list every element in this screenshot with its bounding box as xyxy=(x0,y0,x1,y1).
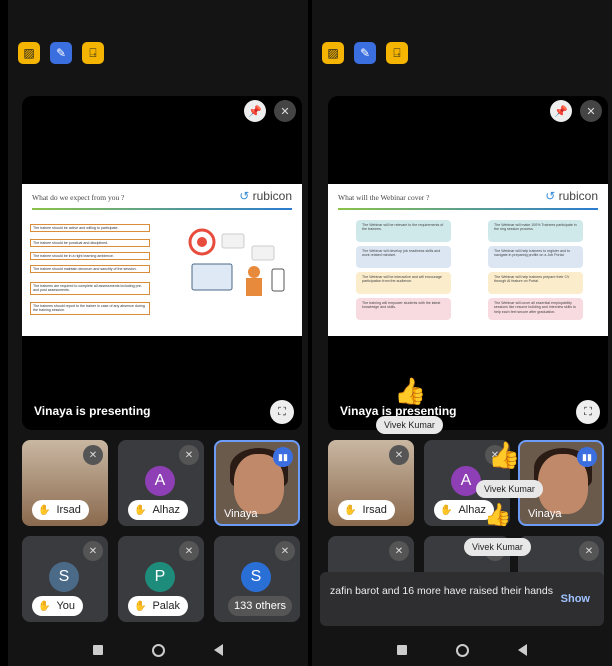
raised-hand-icon: ✋ xyxy=(134,504,147,516)
mic-off-icon: ✕ xyxy=(83,541,103,561)
webinar-point: The training will empower students with … xyxy=(356,298,451,320)
show-button[interactable]: Show xyxy=(561,592,590,606)
pin-icon[interactable]: 📌 xyxy=(550,100,572,122)
participant-name-chip: ✋ Alhaz xyxy=(128,500,188,520)
fullscreen-icon[interactable]: ⛶ xyxy=(576,400,600,424)
presentation-stage: 📌 ✕ What will the Webinar cover ? ↺ rubi… xyxy=(328,96,608,430)
edit-icon[interactable]: ✎ xyxy=(50,42,72,64)
expectation-item: The trainees should report to the traine… xyxy=(30,302,150,315)
reaction-name-tag: Vivek Kumar xyxy=(464,538,531,556)
top-toolbar: ▨ ✎ ⍈ xyxy=(18,42,104,64)
webinar-point: The Webinar will be relevant to the requ… xyxy=(356,220,451,242)
top-toolbar: ▨ ✎ ⍈ xyxy=(322,42,408,64)
exit-icon[interactable]: ⍈ xyxy=(82,42,104,64)
participant-name-chip: ✋ Palak xyxy=(128,596,188,616)
expectation-item: The trainee should maintain decorum and … xyxy=(30,265,150,274)
participant-tile-speaking[interactable]: ▮▮ Vinaya xyxy=(214,440,300,526)
thumbs-up-reaction-icon: 👍 xyxy=(394,376,427,406)
mic-off-icon: ✕ xyxy=(275,541,295,561)
recents-icon[interactable] xyxy=(92,645,103,655)
participant-tile[interactable]: ✕ ✋ Irsad xyxy=(328,440,414,526)
system-navbar xyxy=(8,634,308,666)
shared-slide: What will the Webinar cover ? ↺ rubicon … xyxy=(328,184,608,336)
mic-off-icon: ✕ xyxy=(83,445,103,465)
exit-icon[interactable]: ⍈ xyxy=(386,42,408,64)
pin-icon[interactable]: 📌 xyxy=(244,100,266,122)
raised-hands-toast: zafin barot and 16 more have raised thei… xyxy=(320,572,604,626)
toast-message: zafin barot and 16 more have raised thei… xyxy=(330,585,553,597)
illustration xyxy=(188,228,285,296)
presenting-label: Vinaya is presenting xyxy=(34,404,151,418)
mic-off-icon[interactable]: ✕ xyxy=(274,100,296,122)
recents-icon[interactable] xyxy=(396,645,407,655)
webinar-point: The Webinar will help trainees to regist… xyxy=(488,246,583,268)
participant-name-chip: ✋ Irsad xyxy=(338,500,395,520)
slide-divider xyxy=(32,208,292,210)
mic-off-icon: ✕ xyxy=(179,445,199,465)
webinar-point: The Webinar will develop job readiness s… xyxy=(356,246,451,268)
back-icon[interactable] xyxy=(518,644,528,656)
reaction-name-tag: Vivek Kumar xyxy=(476,480,543,498)
others-count-chip: 133 others xyxy=(228,596,292,616)
webinar-point: The Webinar will make 100% Trainees part… xyxy=(488,220,583,242)
left-screen: ▨ ✎ ⍈ 📌 ✕ What do we expect from you ? ↺… xyxy=(8,0,308,666)
expectation-item: The trainee should be in a right learnin… xyxy=(30,252,150,261)
mic-off-icon[interactable]: ✕ xyxy=(580,100,602,122)
edit-icon[interactable]: ✎ xyxy=(354,42,376,64)
slide-title: What will the Webinar cover ? xyxy=(338,193,430,202)
raised-hand-icon: ✋ xyxy=(38,600,51,612)
home-icon[interactable] xyxy=(151,643,165,657)
slide-title: What do we expect from you ? xyxy=(32,193,125,202)
raised-hand-icon: ✋ xyxy=(440,504,453,516)
home-icon[interactable] xyxy=(455,643,469,657)
participant-name: Vinaya xyxy=(528,508,562,520)
participant-name-chip: ✋ Irsad xyxy=(32,500,89,520)
webinar-point: The Webinar will help trainees prepare t… xyxy=(488,272,583,294)
mic-off-icon: ✕ xyxy=(179,541,199,561)
expectation-item: The trainees are required to complete al… xyxy=(30,282,150,295)
speaking-indicator-icon: ▮▮ xyxy=(577,447,597,467)
webinar-point: The Webinar will be interactive and will… xyxy=(356,272,451,294)
raised-hand-icon: ✋ xyxy=(38,504,51,516)
participant-name-chip: ✋ You xyxy=(32,596,84,616)
participant-tile[interactable]: ✕ ✋ Irsad xyxy=(22,440,108,526)
right-screen: ▨ ✎ ⍈ 📌 ✕ What will the Webinar cover ? … xyxy=(312,0,612,666)
expectation-item: The trainee should be punctual and disci… xyxy=(30,239,150,248)
mic-off-icon: ✕ xyxy=(389,445,409,465)
participant-tile[interactable]: ✕ A ✋ Alhaz xyxy=(118,440,204,526)
thumbs-up-reaction-icon: 👍 xyxy=(484,502,512,527)
raised-hand-icon: ✋ xyxy=(134,600,147,612)
mic-off-icon: ✕ xyxy=(579,541,599,561)
shared-slide: What do we expect from you ? ↺ rubicon T… xyxy=(22,184,302,336)
fullscreen-icon[interactable]: ⛶ xyxy=(270,400,294,424)
participant-tile[interactable]: ✕ P ✋ Palak xyxy=(118,536,204,622)
back-icon[interactable] xyxy=(214,644,224,656)
avatar: P xyxy=(145,562,175,592)
speaking-indicator-icon: ▮▮ xyxy=(273,447,293,467)
participant-name: Vinaya xyxy=(224,508,258,520)
webinar-point: The Webinar will cover all essential emp… xyxy=(488,298,583,320)
reaction-name-tag: Vivek Kumar xyxy=(376,416,443,434)
rubicon-logo: ↺ rubicon xyxy=(239,189,292,203)
participant-tile[interactable]: ✕ S ✋ You xyxy=(22,536,108,622)
presentation-stage: 📌 ✕ What do we expect from you ? ↺ rubic… xyxy=(22,96,302,430)
thumbs-up-reaction-icon: 👍 xyxy=(488,440,521,470)
expectation-item: The trainee should be active and willing… xyxy=(30,224,150,233)
avatar: S xyxy=(49,562,79,592)
system-navbar xyxy=(312,634,612,666)
camera-off-icon[interactable]: ▨ xyxy=(18,42,40,64)
others-tile[interactable]: ✕ S 133 others xyxy=(214,536,300,622)
mic-off-icon: ✕ xyxy=(389,541,409,561)
avatar: A xyxy=(145,466,175,496)
raised-hand-icon: ✋ xyxy=(344,504,357,516)
slide-divider xyxy=(338,208,598,210)
rubicon-logo: ↺ rubicon xyxy=(545,189,598,203)
avatar: S xyxy=(241,562,271,592)
camera-off-icon[interactable]: ▨ xyxy=(322,42,344,64)
